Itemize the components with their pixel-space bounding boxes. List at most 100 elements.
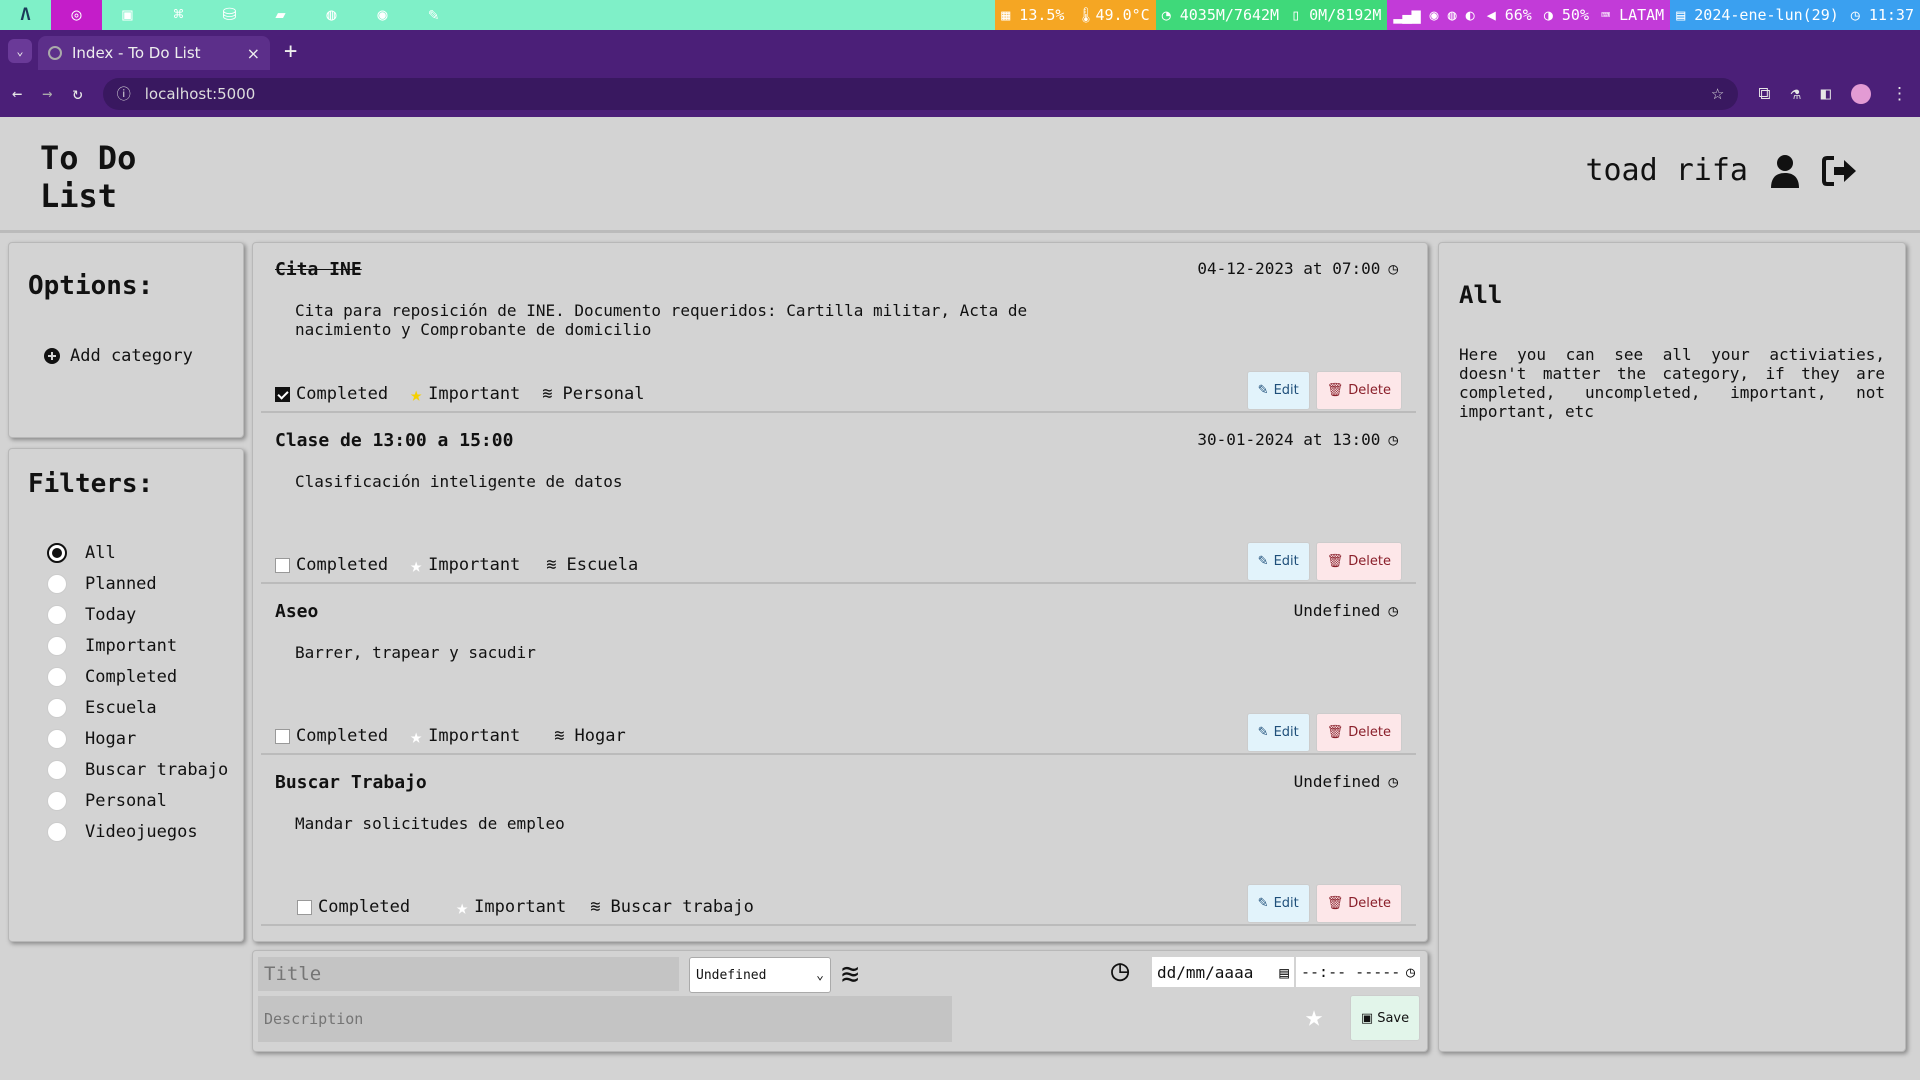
- tray-icons: ▂▄▆ ◉ ◍ ◐: [1387, 0, 1481, 30]
- address-bar[interactable]: ⓘ localhost:5000 ☆: [102, 77, 1739, 110]
- completed-checkbox[interactable]: [275, 728, 290, 744]
- keyboard-status[interactable]: ⌨ LATAM: [1595, 0, 1671, 30]
- info-title: All: [1459, 281, 1503, 309]
- signal-icon: ▂▄▆ ◉ ◍ ◐: [1393, 6, 1475, 24]
- edit-button[interactable]: ✎ Edit: [1246, 371, 1310, 410]
- browser-menu-icon[interactable]: ⋮: [1891, 84, 1908, 104]
- gamepad-app-icon[interactable]: ◉: [357, 0, 408, 30]
- terminal-app-icon[interactable]: ▣: [102, 0, 153, 30]
- task-due: 04-12-2023 at 07:00 ◷: [1197, 259, 1398, 278]
- task-description: Barrer, trapear y sacudir: [295, 643, 536, 662]
- title-input[interactable]: [258, 957, 679, 991]
- app-brand[interactable]: To Do List: [40, 139, 160, 215]
- filter-videojuegos[interactable]: Videojuegos: [47, 816, 228, 847]
- filter-radio[interactable]: [47, 790, 67, 811]
- chrome-app-icon[interactable]: ◎: [51, 0, 102, 30]
- delete-button[interactable]: 🗑 Delete: [1315, 371, 1402, 410]
- delete-button[interactable]: 🗑 Delete: [1315, 542, 1402, 581]
- filter-hogar[interactable]: Hogar: [47, 723, 228, 754]
- star-filled-icon[interactable]: ★: [410, 382, 422, 406]
- extensions-icon[interactable]: ⧉: [1758, 84, 1770, 104]
- delete-button[interactable]: 🗑 Delete: [1315, 713, 1402, 752]
- completed-checkbox[interactable]: [275, 557, 290, 573]
- edit-button[interactable]: ✎ Edit: [1246, 713, 1310, 752]
- trash-icon: 🗑: [1326, 896, 1344, 911]
- trash-icon: 🗑: [1326, 725, 1344, 740]
- filter-personal[interactable]: Personal: [47, 785, 228, 816]
- close-tab-icon[interactable]: ×: [247, 44, 260, 63]
- filter-buscar-trabajo[interactable]: Buscar trabajo: [47, 754, 228, 785]
- filter-radio[interactable]: [47, 635, 67, 656]
- description-input[interactable]: [258, 996, 952, 1042]
- clock-icon: ◷: [1111, 953, 1130, 988]
- user-icon[interactable]: [1770, 154, 1800, 188]
- labs-flask-icon[interactable]: ⚗: [1791, 84, 1801, 104]
- add-category-button[interactable]: Add category: [44, 346, 193, 366]
- filter-radio[interactable]: [47, 573, 67, 594]
- chevron-down-icon: ⌄: [816, 967, 824, 983]
- task-due-text: Undefined: [1293, 601, 1381, 620]
- filter-today[interactable]: Today: [47, 599, 228, 630]
- star-icon[interactable]: ★: [410, 553, 422, 577]
- code-editor-app-icon[interactable]: ⌘: [153, 0, 204, 30]
- url-text[interactable]: localhost:5000: [145, 85, 1711, 103]
- side-panel-icon[interactable]: ◧: [1821, 84, 1831, 104]
- profile-avatar-icon[interactable]: [1851, 83, 1871, 104]
- star-icon[interactable]: ★: [410, 724, 422, 748]
- filter-all[interactable]: All: [47, 537, 228, 568]
- task-meta: Completed ★ Important ≋ Buscar trabajo: [297, 895, 754, 919]
- database-app-icon[interactable]: ⛁: [204, 0, 255, 30]
- arch-logo-icon[interactable]: Λ: [0, 0, 51, 30]
- feather-app-icon[interactable]: ✎: [408, 0, 459, 30]
- completed-checkbox[interactable]: [297, 899, 312, 915]
- filter-radio[interactable]: [47, 542, 67, 563]
- filter-radio[interactable]: [47, 728, 67, 749]
- site-info-icon[interactable]: ⓘ: [117, 84, 131, 104]
- filter-radio[interactable]: [47, 759, 67, 780]
- save-button[interactable]: ▣ Save: [1350, 995, 1420, 1041]
- edit-button[interactable]: ✎ Edit: [1246, 884, 1310, 923]
- volume-status[interactable]: ◀ 66%: [1480, 0, 1538, 30]
- filter-completed[interactable]: Completed: [47, 661, 228, 692]
- filter-radio[interactable]: [47, 666, 67, 687]
- important-label: Important: [428, 384, 521, 404]
- clock-icon: ◷: [1388, 772, 1398, 791]
- date-value: 2024-ene-lun(29): [1694, 6, 1839, 24]
- edit-button[interactable]: ✎ Edit: [1246, 542, 1310, 581]
- browser-tab-active[interactable]: Index - To Do List ×: [38, 36, 270, 70]
- folder-app-icon[interactable]: ▰: [255, 0, 306, 30]
- whatsapp-app-icon[interactable]: ◍: [306, 0, 357, 30]
- star-icon[interactable]: ★: [456, 895, 468, 919]
- important-star-icon[interactable]: ★: [1305, 999, 1323, 1034]
- time-input[interactable]: --:-- ----- ◷: [1296, 957, 1420, 987]
- cpu-icon: ▦: [1001, 6, 1020, 24]
- date-input[interactable]: dd/mm/aaaa ▤: [1152, 957, 1294, 987]
- category-select-value: Undefined: [696, 967, 767, 983]
- new-tab-button[interactable]: +: [284, 39, 297, 64]
- brightness-status[interactable]: ◑ 50%: [1537, 0, 1595, 30]
- delete-button[interactable]: 🗑 Delete: [1315, 884, 1402, 923]
- filter-radio[interactable]: [47, 821, 67, 842]
- tab-title: Index - To Do List: [72, 44, 201, 62]
- logout-icon[interactable]: [1822, 155, 1858, 187]
- back-arrow-icon[interactable]: ←: [12, 84, 22, 104]
- forward-arrow-icon[interactable]: →: [42, 84, 52, 104]
- filter-radio[interactable]: [47, 697, 67, 718]
- cpu-value: 13.5%: [1019, 6, 1065, 24]
- completed-checkbox[interactable]: [275, 386, 290, 402]
- layers-icon: ≋: [546, 555, 557, 575]
- tab-search-button[interactable]: ⌄: [8, 39, 32, 63]
- filter-important[interactable]: Important: [47, 630, 228, 661]
- completed-label: Completed: [296, 555, 389, 575]
- category-select[interactable]: Undefined ⌄: [689, 957, 831, 993]
- delete-label: Delete: [1348, 725, 1391, 740]
- filter-radio[interactable]: [47, 604, 67, 625]
- chevron-down-icon: ⌄: [16, 44, 24, 58]
- reload-icon[interactable]: ↻: [73, 84, 83, 104]
- bookmark-star-icon[interactable]: ☆: [1711, 85, 1724, 103]
- filter-planned[interactable]: Planned: [47, 568, 228, 599]
- layers-icon: ≋: [542, 384, 553, 404]
- filter-escuela[interactable]: Escuela: [47, 692, 228, 723]
- edit-icon: ✎: [1257, 896, 1269, 911]
- new-task-form: Undefined⌄ ≋ ◷ dd/mm/aaaa▤ --:-- -----◷ …: [252, 950, 1428, 1052]
